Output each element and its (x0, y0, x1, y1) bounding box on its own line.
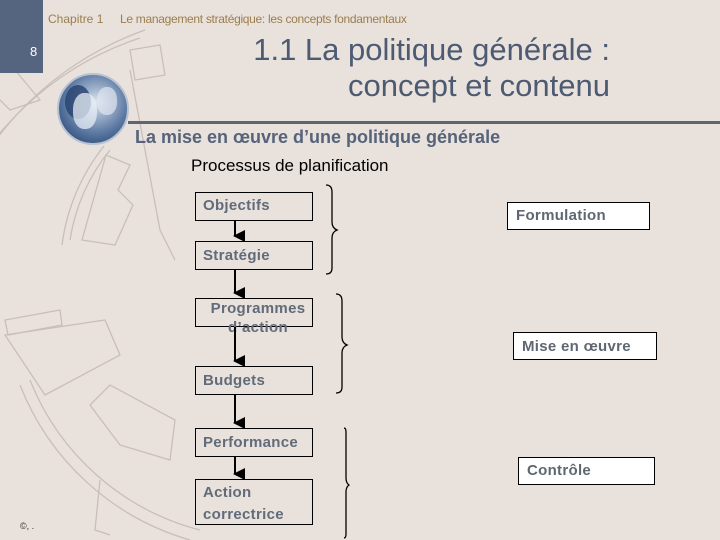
step-box-action-correctrice: Action correctrice (195, 479, 313, 525)
deco-arc-lower-2 (19, 384, 191, 540)
phase-box-controle: Contrôle (518, 457, 655, 485)
phase-label: Mise en œuvre (522, 338, 631, 355)
deco-segment-3 (3, 319, 121, 396)
step-label: Performance (203, 434, 299, 451)
side-panel: 8 (0, 0, 43, 73)
diagram-subheading: Processus de planification (191, 156, 389, 175)
step-box-objectifs: Objectifs (195, 192, 313, 221)
step-label: Action correctrice (203, 484, 284, 523)
chapter-title: Le management stratégique: les concepts … (120, 12, 407, 26)
step-label: Programmes d’action (210, 300, 306, 336)
header-photo (57, 73, 129, 145)
deco-arc-lower (29, 379, 201, 531)
deco-segment-7 (94, 479, 111, 536)
step-label: Budgets (203, 372, 266, 389)
slide-title: 1.1 La politique générale : concept et c… (253, 32, 610, 103)
page-number: 8 (30, 44, 38, 59)
phase-box-formulation: Formulation (507, 202, 650, 230)
phase-label: Formulation (516, 207, 606, 224)
title-divider (128, 121, 720, 124)
step-label: Stratégie (203, 247, 270, 264)
step-label: Objectifs (203, 197, 270, 214)
phase-box-mise-en-oeuvre: Mise en œuvre (513, 332, 657, 360)
step-box-performance: Performance (195, 428, 313, 457)
deco-segment-1 (81, 154, 134, 246)
deco-segment-4 (89, 384, 176, 461)
step-box-programmes: Programmes d’action (195, 298, 313, 336)
copyright-notice: ©, . (20, 521, 35, 531)
phase-label: Contrôle (527, 462, 592, 479)
step-box-budgets: Budgets (195, 366, 313, 395)
chapter-label: Chapitre 1 (48, 12, 104, 26)
step-box-strategie: Stratégie (195, 241, 313, 270)
section-heading: La mise en œuvre d’une politique général… (135, 127, 501, 147)
photo-shape (97, 87, 117, 115)
photo-shape (73, 93, 97, 129)
